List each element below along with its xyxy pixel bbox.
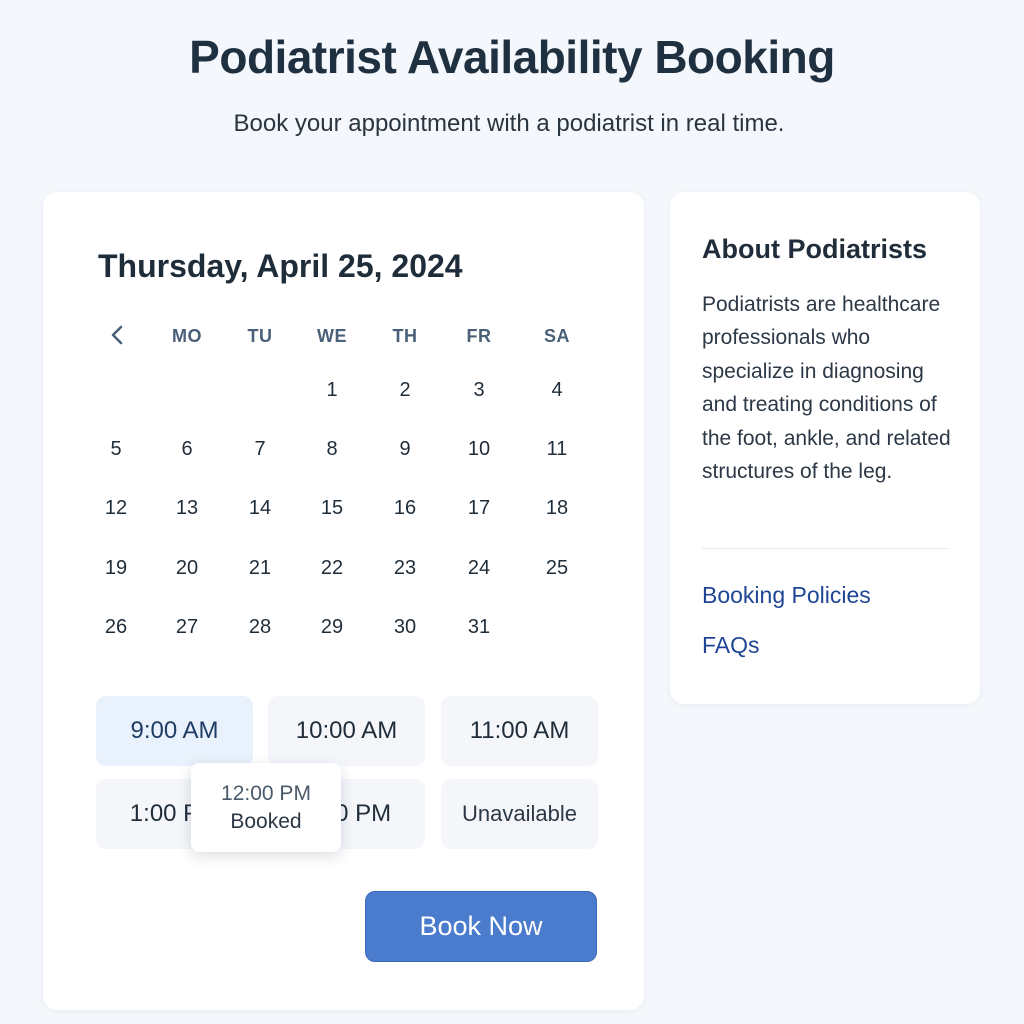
calendar-day[interactable]: 25 — [527, 557, 587, 580]
weekday-header: WE — [317, 326, 347, 346]
book-now-button[interactable]: Book Now — [365, 891, 597, 962]
calendar-day[interactable]: 17 — [449, 497, 509, 520]
calendar-day[interactable]: 5 — [86, 438, 146, 461]
selected-date-heading: Thursday, April 25, 2024 — [98, 248, 463, 284]
calendar-day[interactable]: 23 — [375, 557, 435, 580]
calendar-day[interactable]: 27 — [157, 616, 217, 639]
prev-month-button[interactable] — [105, 322, 131, 348]
faqs-link[interactable]: FAQs — [702, 632, 760, 659]
slot-tooltip: 12:00 PM Booked — [191, 763, 341, 852]
weekday-header: SA — [543, 326, 570, 346]
calendar-day[interactable]: 13 — [157, 497, 217, 520]
booking-policies-link[interactable]: Booking Policies — [702, 582, 871, 609]
calendar-day[interactable]: 1 — [302, 379, 362, 402]
calendar-day[interactable]: 11 — [527, 438, 587, 461]
divider — [702, 548, 948, 549]
calendar-day[interactable]: 4 — [527, 379, 587, 402]
tooltip-time: 12:00 PM — [221, 782, 311, 805]
calendar-day[interactable]: 8 — [302, 438, 362, 461]
calendar-day[interactable]: 22 — [302, 557, 362, 580]
calendar-day[interactable]: 18 — [527, 497, 587, 520]
calendar-day[interactable]: 15 — [302, 497, 362, 520]
calendar-day[interactable]: 16 — [375, 497, 435, 520]
chevron-left-icon — [111, 325, 123, 345]
calendar-day[interactable]: 26 — [86, 616, 146, 639]
weekday-header: FR — [466, 326, 492, 346]
calendar-day[interactable]: 30 — [375, 616, 435, 639]
time-slot-unavailable: Unavailable — [441, 779, 598, 849]
info-description: Podiatrists are healthcare professionals… — [702, 293, 951, 484]
calendar-day[interactable]: 9 — [375, 438, 435, 461]
page-title: Podiatrist Availability Booking — [189, 31, 835, 83]
time-slot[interactable]: 11:00 AM — [441, 696, 598, 766]
calendar-day[interactable]: 12 — [86, 497, 146, 520]
calendar-day[interactable]: 3 — [449, 379, 509, 402]
page-subtitle: Book your appointment with a podiatrist … — [233, 110, 785, 137]
info-title: About Podiatrists — [702, 234, 928, 264]
calendar-day[interactable]: 19 — [86, 557, 146, 580]
weekday-header: TU — [247, 326, 273, 346]
weekday-header: MO — [172, 326, 202, 346]
calendar-day[interactable]: 10 — [449, 438, 509, 461]
calendar-day[interactable]: 21 — [230, 557, 290, 580]
weekday-header: TH — [392, 326, 418, 346]
calendar-day[interactable]: 7 — [230, 438, 290, 461]
info-panel: About Podiatrists Podiatrists are health… — [670, 192, 980, 704]
calendar-day[interactable]: 28 — [230, 616, 290, 639]
calendar-day[interactable]: 29 — [302, 616, 362, 639]
booking-card: Thursday, April 25, 2024 MO TU WE TH FR SA 1 2 3… — [43, 192, 644, 1010]
calendar-day[interactable]: 31 — [449, 616, 509, 639]
calendar-day[interactable]: 20 — [157, 557, 217, 580]
time-slot[interactable]: 9:00 AM — [96, 696, 253, 766]
time-slot[interactable]: 10:00 AM — [268, 696, 425, 766]
calendar-day[interactable]: 24 — [449, 557, 509, 580]
calendar-day[interactable]: 6 — [157, 438, 217, 461]
calendar-day[interactable]: 14 — [230, 497, 290, 520]
tooltip-status: Booked — [230, 810, 302, 833]
calendar-day[interactable]: 2 — [375, 379, 435, 402]
